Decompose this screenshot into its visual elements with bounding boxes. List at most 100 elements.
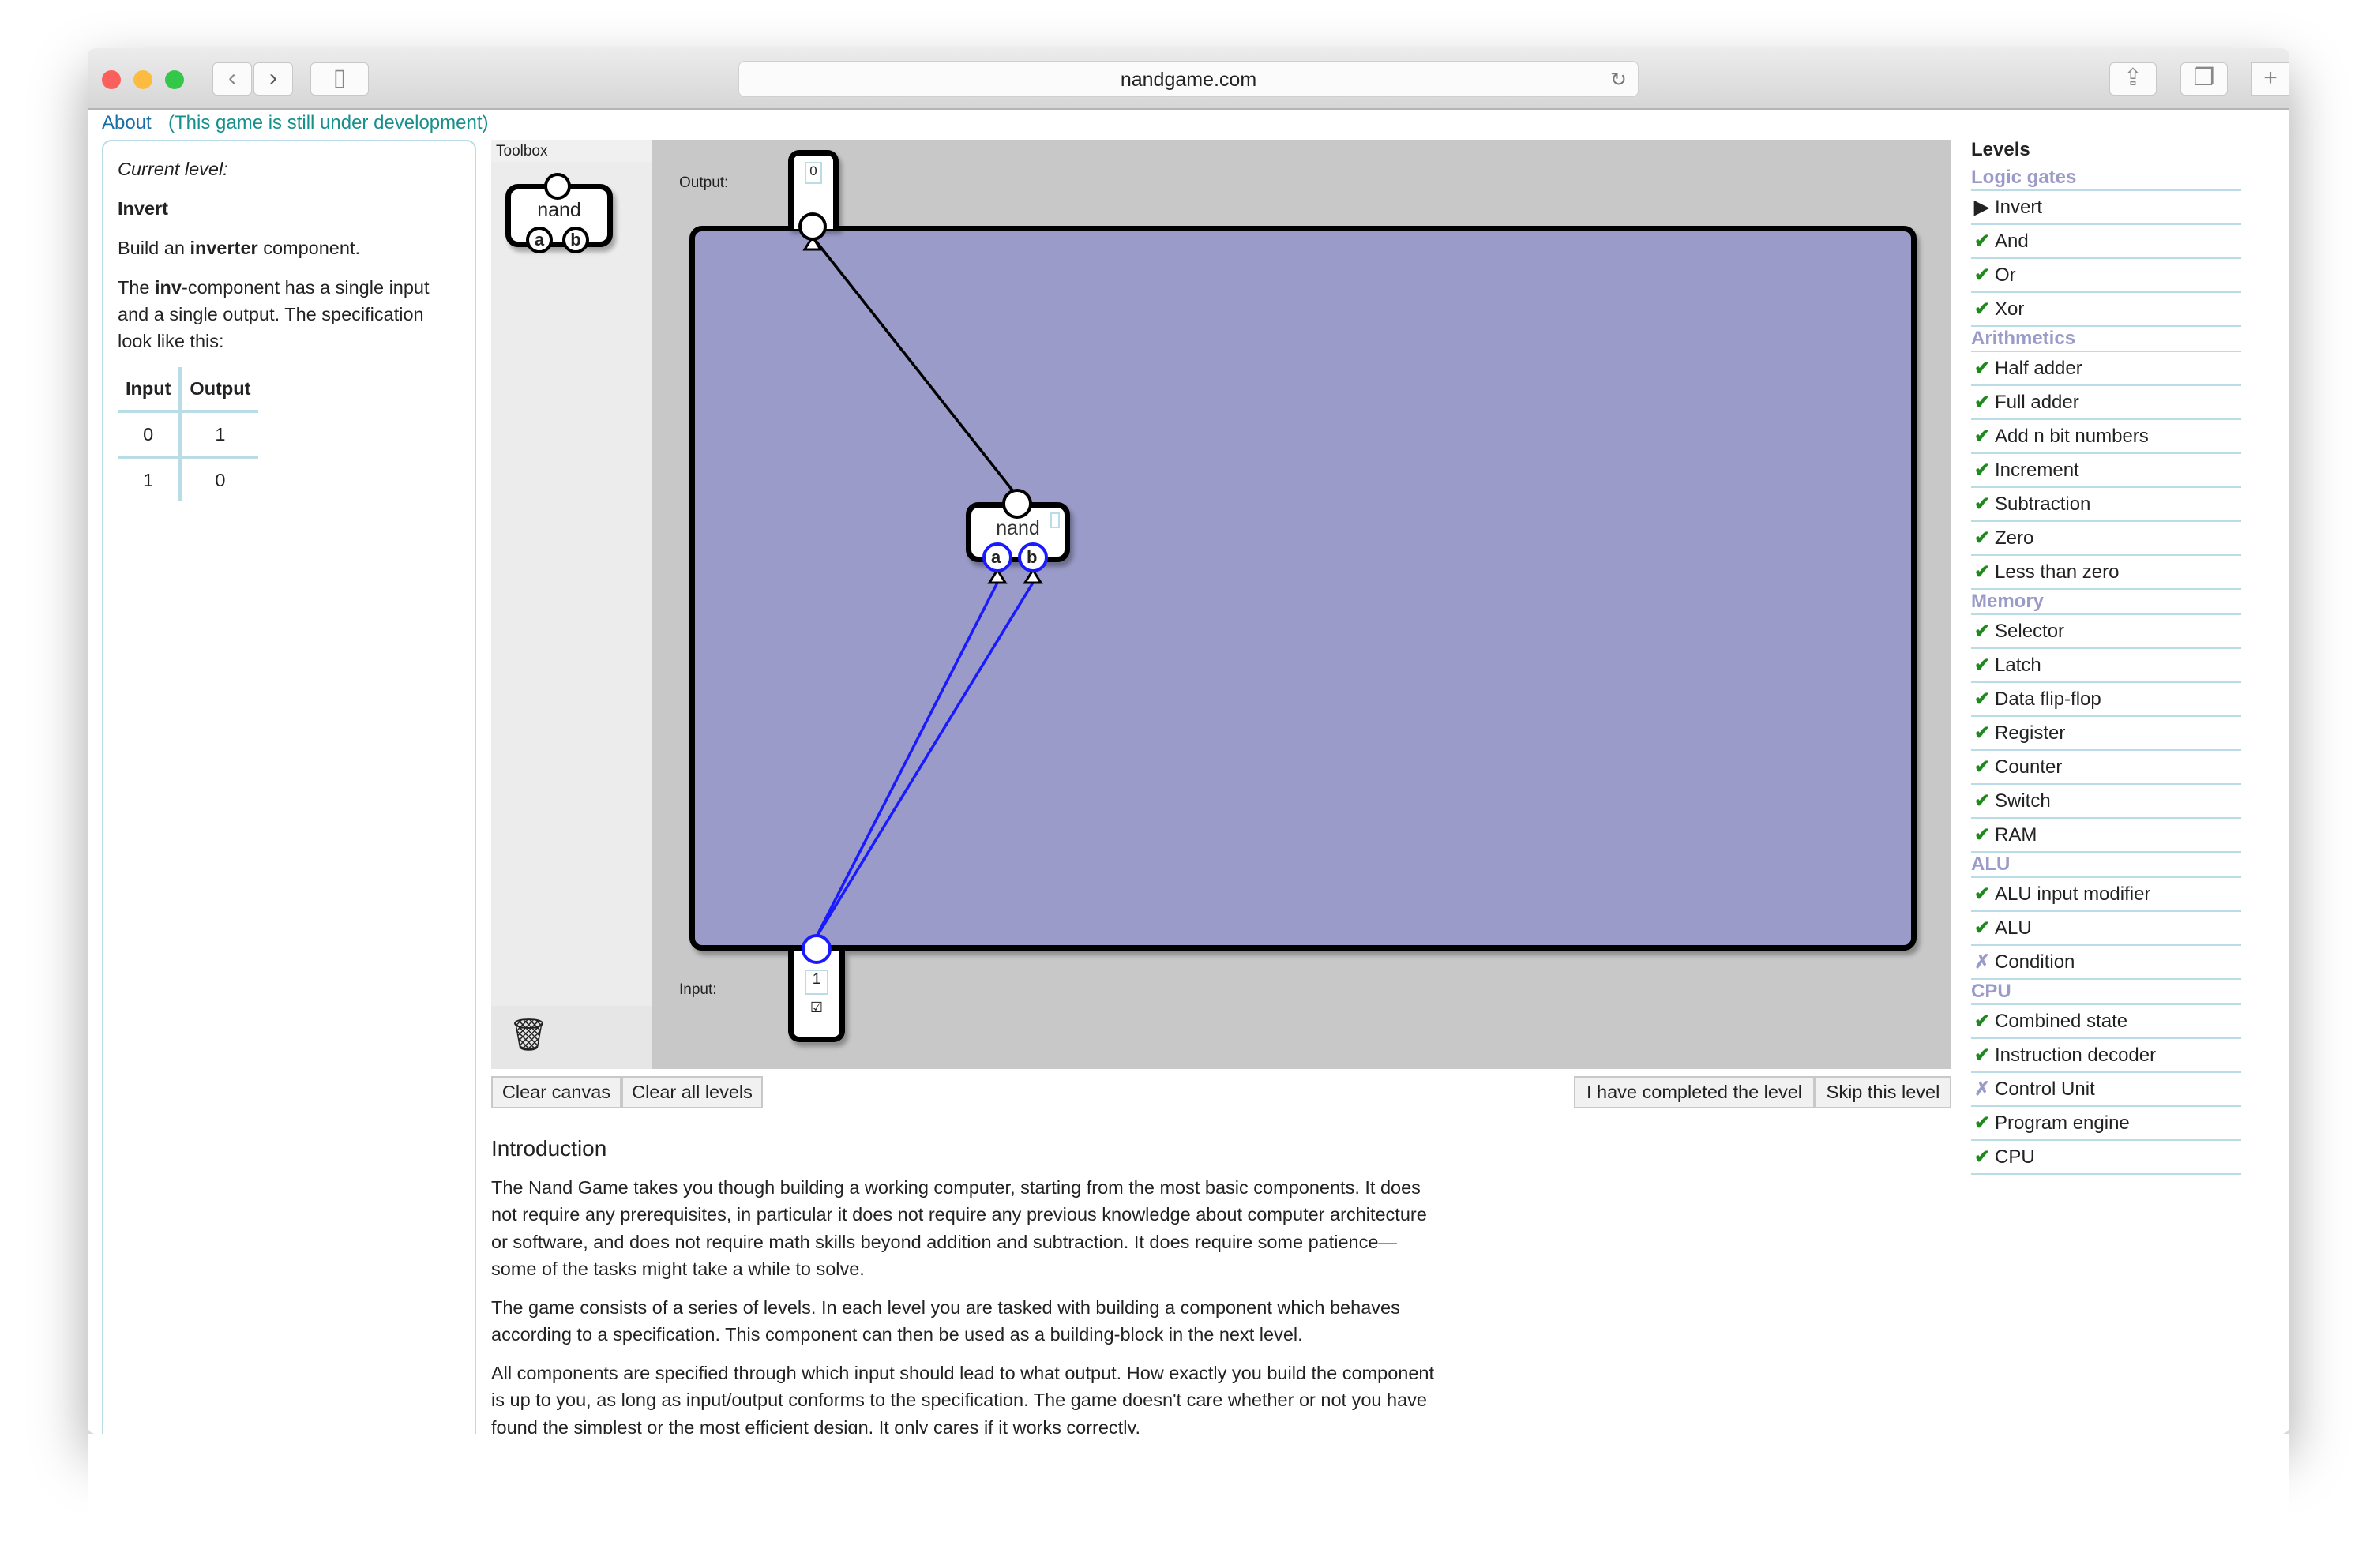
- level-item[interactable]: ✔ Subtraction: [1971, 488, 2241, 522]
- check-icon: ✔: [1974, 756, 1991, 778]
- level-label: Instruction decoder: [1995, 1045, 2157, 1066]
- clear-all-levels-button[interactable]: Clear all levels: [621, 1076, 763, 1108]
- check-icon: ✔: [1974, 621, 1991, 642]
- input-pin[interactable]: [802, 934, 832, 964]
- check-icon: ✔: [1974, 298, 1991, 320]
- completed-level-button[interactable]: I have completed the level: [1574, 1076, 1815, 1108]
- level-item[interactable]: ✔ Switch: [1971, 785, 2241, 819]
- level-label: CPU: [1995, 1146, 2035, 1168]
- level-label: Register: [1995, 722, 2066, 744]
- skip-level-button[interactable]: Skip this level: [1815, 1076, 1951, 1108]
- check-icon: ✔: [1974, 1146, 1991, 1168]
- level-item[interactable]: ✔ Latch: [1971, 649, 2241, 683]
- level-item[interactable]: ✔ Add n bit numbers: [1971, 420, 2241, 454]
- level-label: And: [1995, 231, 2029, 252]
- level-label: Full adder: [1995, 392, 2079, 413]
- check-icon: ✔: [1974, 460, 1991, 481]
- level-item[interactable]: ✔ Full adder: [1971, 386, 2241, 420]
- current-arrow-icon: ▶: [1974, 197, 1989, 218]
- levels-list: Levels Logic gates ▶ Invert ✔ And ✔ Or ✔ Xor Arit…: [1971, 139, 2241, 1175]
- level-item[interactable]: ✔ RAM: [1971, 819, 2241, 853]
- level-item[interactable]: ✗ Condition: [1971, 946, 2241, 980]
- level-label: Xor: [1995, 298, 2025, 320]
- level-label: Program engine: [1995, 1112, 2130, 1134]
- level-label: ALU input modifier: [1995, 883, 2151, 905]
- check-icon: ✔: [1974, 883, 1991, 905]
- level-label: Combined state: [1995, 1011, 2128, 1032]
- check-icon: ✔: [1974, 1112, 1991, 1134]
- check-icon: ✔: [1974, 231, 1991, 252]
- check-icon: ✔: [1974, 493, 1991, 515]
- level-item[interactable]: ✔ Program engine: [1971, 1107, 2241, 1141]
- level-label: Switch: [1995, 790, 2051, 812]
- level-item[interactable]: ✔ Half adder: [1971, 352, 2241, 386]
- level-label: RAM: [1995, 824, 2037, 846]
- level-group-heading: Logic gates: [1971, 166, 2241, 191]
- check-icon: ✔: [1974, 561, 1991, 583]
- level-item[interactable]: ✔ Or: [1971, 259, 2241, 293]
- level-label: Selector: [1995, 621, 2065, 642]
- level-item[interactable]: ✔ Counter: [1971, 751, 2241, 785]
- level-item[interactable]: ✔ ALU input modifier: [1971, 878, 2241, 912]
- check-icon: ✔: [1974, 392, 1991, 413]
- level-group-heading: Memory: [1971, 590, 2241, 615]
- level-group-heading: CPU: [1971, 980, 2241, 1005]
- nand-output-pin[interactable]: [1002, 489, 1032, 519]
- check-icon: ✔: [1974, 1011, 1991, 1032]
- level-item[interactable]: ✔ Data flip-flop: [1971, 683, 2241, 717]
- level-label: Increment: [1995, 460, 2079, 481]
- level-label: Control Unit: [1995, 1078, 2095, 1100]
- check-icon: ✔: [1974, 264, 1991, 286]
- check-icon: ✔: [1974, 688, 1991, 710]
- level-item[interactable]: ✗ Control Unit: [1971, 1073, 2241, 1107]
- level-group-heading: ALU: [1971, 853, 2241, 878]
- wire-output[interactable]: [811, 235, 1017, 496]
- level-label: Invert: [1995, 197, 2043, 218]
- intro-paragraph: All components are specified through whi…: [491, 1362, 1435, 1438]
- level-label: Latch: [1995, 655, 2041, 676]
- level-item[interactable]: ✔ Instruction decoder: [1971, 1039, 2241, 1073]
- level-item[interactable]: ✔ Increment: [1971, 454, 2241, 488]
- cross-icon: ✗: [1974, 1078, 1991, 1100]
- level-group-heading: Arithmetics: [1971, 327, 2241, 352]
- check-icon: ✔: [1974, 722, 1991, 744]
- level-item[interactable]: ✔ Combined state: [1971, 1005, 2241, 1039]
- intro-paragraph: The Nand Game takes you though building …: [491, 1176, 1427, 1280]
- level-item[interactable]: ▶ Invert: [1971, 191, 2241, 225]
- level-label: Half adder: [1995, 358, 2082, 379]
- introduction-section: Introduction The Nand Game takes you tho…: [491, 1135, 1439, 1452]
- pin-b-label: b: [1027, 547, 1038, 567]
- level-item[interactable]: ✔ Xor: [1971, 293, 2241, 327]
- level-label: Counter: [1995, 756, 2063, 778]
- wire-input-a[interactable]: [813, 582, 999, 940]
- output-pin[interactable]: [798, 212, 827, 241]
- level-item[interactable]: ✔ And: [1971, 225, 2241, 259]
- introduction-heading: Introduction: [491, 1136, 607, 1161]
- pin-a-label: a: [991, 547, 1001, 567]
- cross-icon: ✗: [1974, 951, 1991, 973]
- level-item[interactable]: ✔ ALU: [1971, 912, 2241, 946]
- check-icon: ✔: [1974, 917, 1991, 939]
- check-icon: ✔: [1974, 790, 1991, 812]
- check-icon: ✔: [1974, 824, 1991, 846]
- level-label: ALU: [1995, 917, 2032, 939]
- clear-canvas-button[interactable]: Clear canvas: [491, 1076, 621, 1108]
- check-icon: ✔: [1974, 1045, 1991, 1066]
- check-icon: ✔: [1974, 655, 1991, 676]
- check-icon: ✔: [1974, 358, 1991, 379]
- level-item[interactable]: ✔ Selector: [1971, 615, 2241, 649]
- check-icon: ✔: [1974, 527, 1991, 549]
- level-label: Add n bit numbers: [1995, 426, 2149, 447]
- level-item[interactable]: ✔ CPU: [1971, 1141, 2241, 1175]
- level-label: Condition: [1995, 951, 2075, 973]
- wire-input-b[interactable]: [813, 582, 1035, 940]
- intro-paragraph: The game consists of a series of levels.…: [491, 1296, 1400, 1345]
- level-item[interactable]: ✔ Register: [1971, 717, 2241, 751]
- level-label: Less than zero: [1995, 561, 2120, 583]
- check-icon: ✔: [1974, 426, 1991, 447]
- level-label: Subtraction: [1995, 493, 2091, 515]
- level-item[interactable]: ✔ Less than zero: [1971, 556, 2241, 590]
- level-label: Zero: [1995, 527, 2034, 549]
- levels-heading: Levels: [1971, 139, 2030, 160]
- level-item[interactable]: ✔ Zero: [1971, 522, 2241, 556]
